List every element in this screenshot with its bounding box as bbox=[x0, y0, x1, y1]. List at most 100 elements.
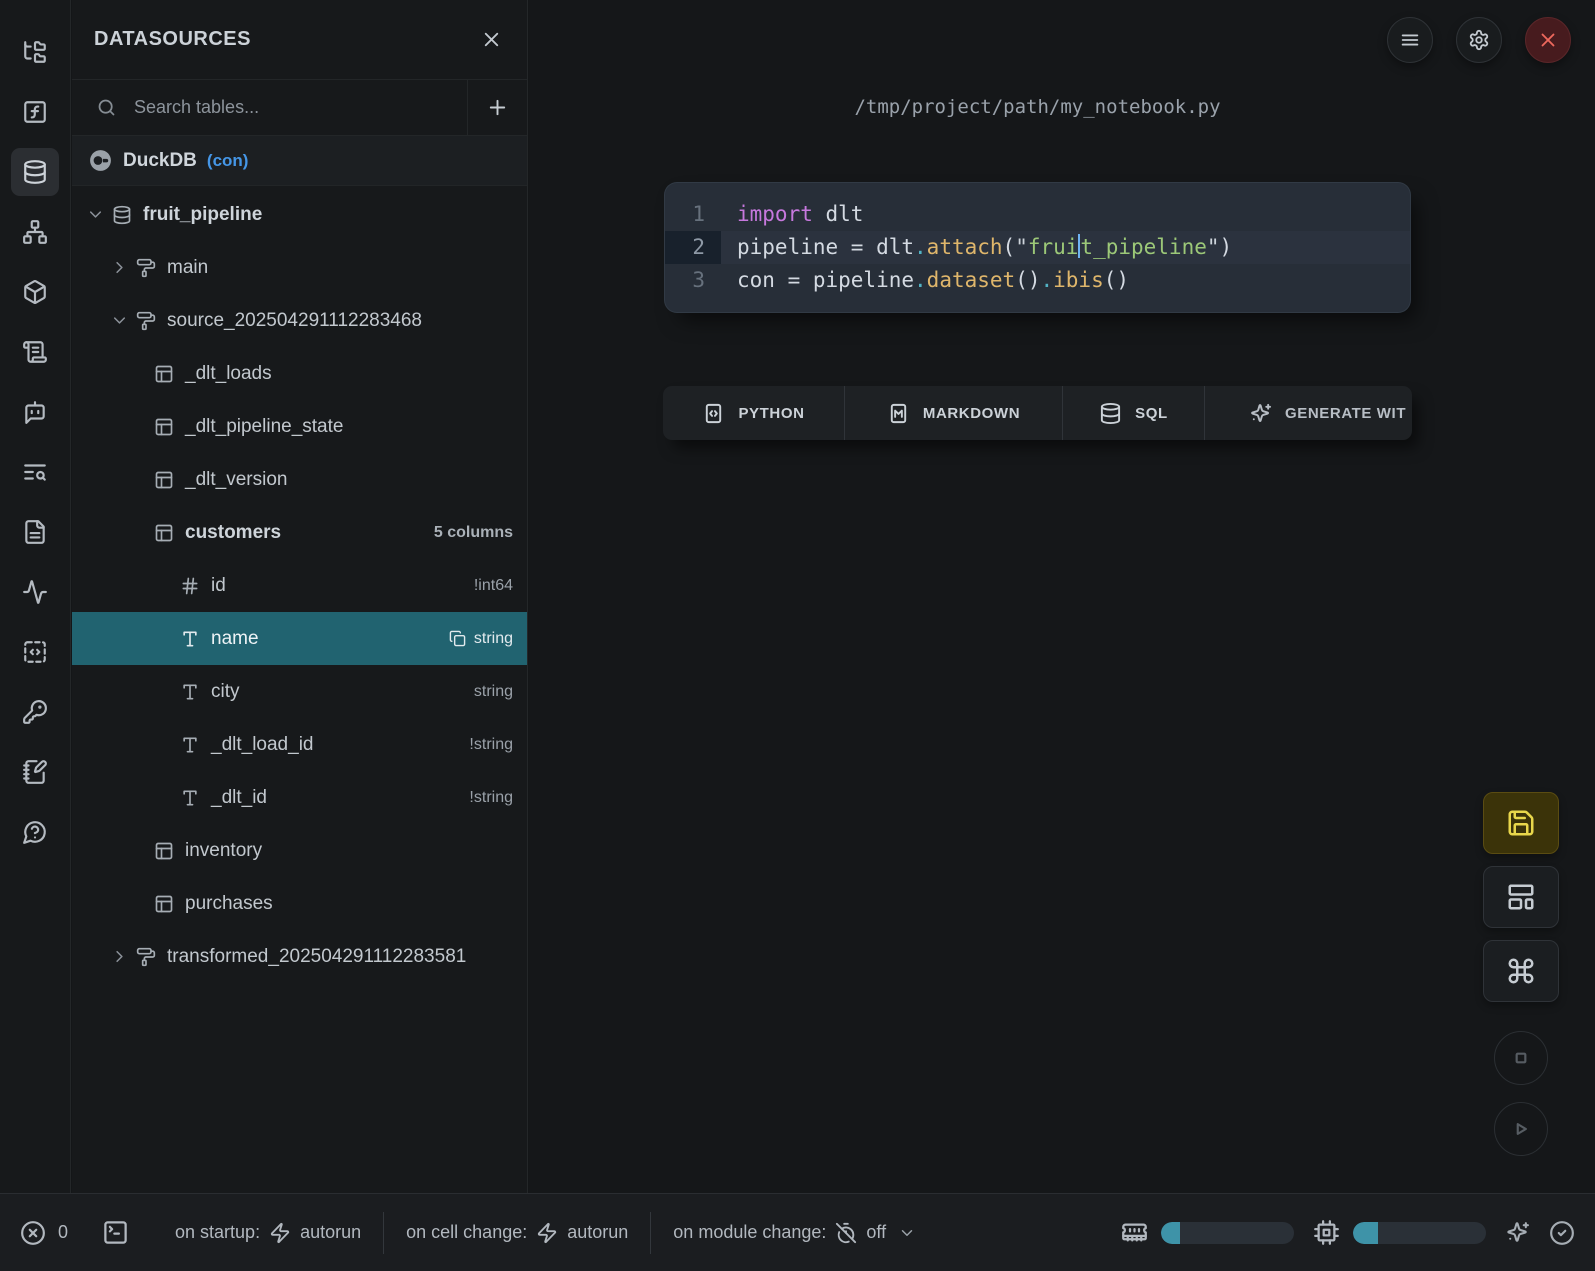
tree-row-label: transformed_202504291112283581 bbox=[167, 946, 466, 968]
column-type-label: !string bbox=[459, 736, 513, 754]
insert-markdown-button[interactable]: MARKDOWN bbox=[845, 386, 1063, 440]
stop-button[interactable] bbox=[1494, 1031, 1548, 1085]
tree-row[interactable]: id!int64 bbox=[72, 559, 527, 612]
search-input[interactable] bbox=[132, 96, 467, 119]
ai-assistant-button[interactable] bbox=[1505, 1220, 1530, 1245]
line-number: 2 bbox=[665, 231, 721, 264]
run-configuration: on startup:autorunon cell change:autorun… bbox=[153, 1194, 938, 1271]
tree-row-label: _dlt_id bbox=[211, 787, 267, 809]
line-number: 1 bbox=[665, 198, 721, 231]
rail-item-secrets[interactable] bbox=[11, 688, 59, 736]
tree-row[interactable]: transformed_202504291112283581 bbox=[72, 930, 527, 983]
text-icon bbox=[180, 735, 200, 755]
rail-item-dependencies[interactable] bbox=[11, 208, 59, 256]
command-palette-button[interactable] bbox=[1483, 940, 1559, 1002]
duckdb-logo-icon bbox=[88, 148, 113, 173]
layout-toggle-button[interactable] bbox=[1483, 866, 1559, 928]
rail-item-runtime[interactable] bbox=[11, 568, 59, 616]
run-button[interactable] bbox=[1494, 1102, 1548, 1156]
column-type-label: 5 columns bbox=[424, 524, 513, 542]
rail-item-packages[interactable] bbox=[11, 268, 59, 316]
close-panel-button[interactable] bbox=[480, 28, 503, 51]
insert-sql-button[interactable]: SQL bbox=[1063, 386, 1205, 440]
rail-item-tracebacks[interactable] bbox=[11, 448, 59, 496]
code-line[interactable]: 2pipeline = dlt.attach("fruit_pipeline") bbox=[665, 231, 1410, 264]
chevron-down-icon bbox=[86, 205, 105, 224]
sparkles-icon bbox=[1505, 1220, 1530, 1245]
shutdown-button[interactable] bbox=[1525, 17, 1571, 63]
insert-python-button[interactable]: PYTHON bbox=[663, 386, 845, 440]
tree-row[interactable]: _dlt_version bbox=[72, 453, 527, 506]
tree-row[interactable]: fruit_pipeline bbox=[72, 188, 527, 241]
errors-indicator[interactable]: 0 bbox=[20, 1220, 68, 1246]
tree-row[interactable]: _dlt_pipeline_state bbox=[72, 400, 527, 453]
column-type-label: !string bbox=[459, 789, 513, 807]
insert-generate-with-ai-button[interactable]: GENERATE WIT bbox=[1205, 386, 1412, 440]
insert-button-label: GENERATE WIT bbox=[1285, 405, 1406, 422]
error-count: 0 bbox=[58, 1222, 68, 1243]
database-icon bbox=[1099, 402, 1122, 425]
rail-item-logs[interactable] bbox=[11, 328, 59, 376]
tree-row[interactable]: main bbox=[72, 241, 527, 294]
tree-row-label: main bbox=[167, 257, 208, 279]
rail-item-file-explorer[interactable] bbox=[11, 28, 59, 76]
menu-button[interactable] bbox=[1387, 17, 1433, 63]
tree-row[interactable]: name string bbox=[72, 612, 527, 665]
folder-tree-icon bbox=[22, 39, 48, 65]
rail-item-documentation[interactable] bbox=[11, 508, 59, 556]
rail-item-datasources[interactable] bbox=[11, 148, 59, 196]
tree-row-label: id bbox=[211, 575, 226, 597]
rail-item-ai-chat[interactable] bbox=[11, 388, 59, 436]
tree-row[interactable]: customers 5 columns bbox=[72, 506, 527, 559]
menu-icon bbox=[1399, 29, 1421, 51]
activity-rail bbox=[0, 0, 71, 1193]
tree-row-label: name bbox=[211, 628, 259, 650]
rail-item-help[interactable] bbox=[11, 808, 59, 856]
code-line[interactable]: 1import dlt bbox=[665, 198, 1410, 231]
bot-icon bbox=[22, 399, 48, 425]
editor-area: /tmp/project/path/my_notebook.py 1import… bbox=[529, 0, 1595, 1193]
code-line[interactable]: 3con = pipeline.dataset().ibis() bbox=[665, 264, 1410, 297]
terminal-button[interactable] bbox=[102, 1219, 129, 1246]
tree-row-label: fruit_pipeline bbox=[143, 204, 262, 226]
column-type-label: string bbox=[439, 630, 513, 648]
rail-item-scratchpad[interactable] bbox=[11, 748, 59, 796]
square-function-icon bbox=[22, 99, 48, 125]
rail-item-functions[interactable] bbox=[11, 88, 59, 136]
engine-row-duckdb[interactable]: DuckDB (con) bbox=[72, 136, 527, 186]
tree-row[interactable]: purchases bbox=[72, 877, 527, 930]
check-circle-icon bbox=[1549, 1220, 1575, 1246]
tree-row[interactable]: inventory bbox=[72, 824, 527, 877]
statusbar-on-module-change[interactable]: on module change:off bbox=[650, 1212, 938, 1254]
datasources-panel: DATASOURCES DuckDB (con) fruit_pipelinem… bbox=[72, 0, 528, 1193]
add-datasource-button[interactable] bbox=[467, 80, 527, 135]
tree-row[interactable]: citystring bbox=[72, 665, 527, 718]
stop-icon bbox=[1508, 1045, 1534, 1071]
statusbar-on-startup[interactable]: on startup:autorun bbox=[153, 1212, 383, 1254]
tree-row-label: _dlt_pipeline_state bbox=[185, 416, 343, 438]
statusbar-right bbox=[1121, 1219, 1575, 1246]
statusbar-value: autorun bbox=[300, 1222, 361, 1243]
statusbar-on-cell-change[interactable]: on cell change:autorun bbox=[383, 1212, 650, 1254]
scroll-text-icon bbox=[22, 339, 48, 365]
code-cell[interactable]: 1import dlt2pipeline = dlt.attach("fruit… bbox=[665, 183, 1410, 312]
save-button[interactable] bbox=[1483, 792, 1559, 854]
settings-button[interactable] bbox=[1456, 17, 1502, 63]
key-icon bbox=[22, 699, 48, 725]
tree-row-label: _dlt_version bbox=[185, 469, 287, 491]
search-box[interactable] bbox=[72, 80, 467, 135]
search-row bbox=[72, 80, 527, 136]
ram-meter-bar bbox=[1161, 1222, 1294, 1244]
tree-row[interactable]: _dlt_load_id!string bbox=[72, 718, 527, 771]
statusbar-value: autorun bbox=[567, 1222, 628, 1243]
tree-row-label: inventory bbox=[185, 840, 262, 862]
command-icon bbox=[1506, 956, 1536, 986]
window-controls bbox=[1387, 17, 1571, 63]
tree-row-label: customers bbox=[185, 522, 281, 544]
tree-row[interactable]: _dlt_id !string bbox=[72, 771, 527, 824]
tree-row[interactable]: _dlt_loads bbox=[72, 347, 527, 400]
tree-row[interactable]: source_202504291112283468 bbox=[72, 294, 527, 347]
tree-row-label: _dlt_loads bbox=[185, 363, 272, 385]
rail-item-snippets[interactable] bbox=[11, 628, 59, 676]
tree-row-label: city bbox=[211, 681, 240, 703]
